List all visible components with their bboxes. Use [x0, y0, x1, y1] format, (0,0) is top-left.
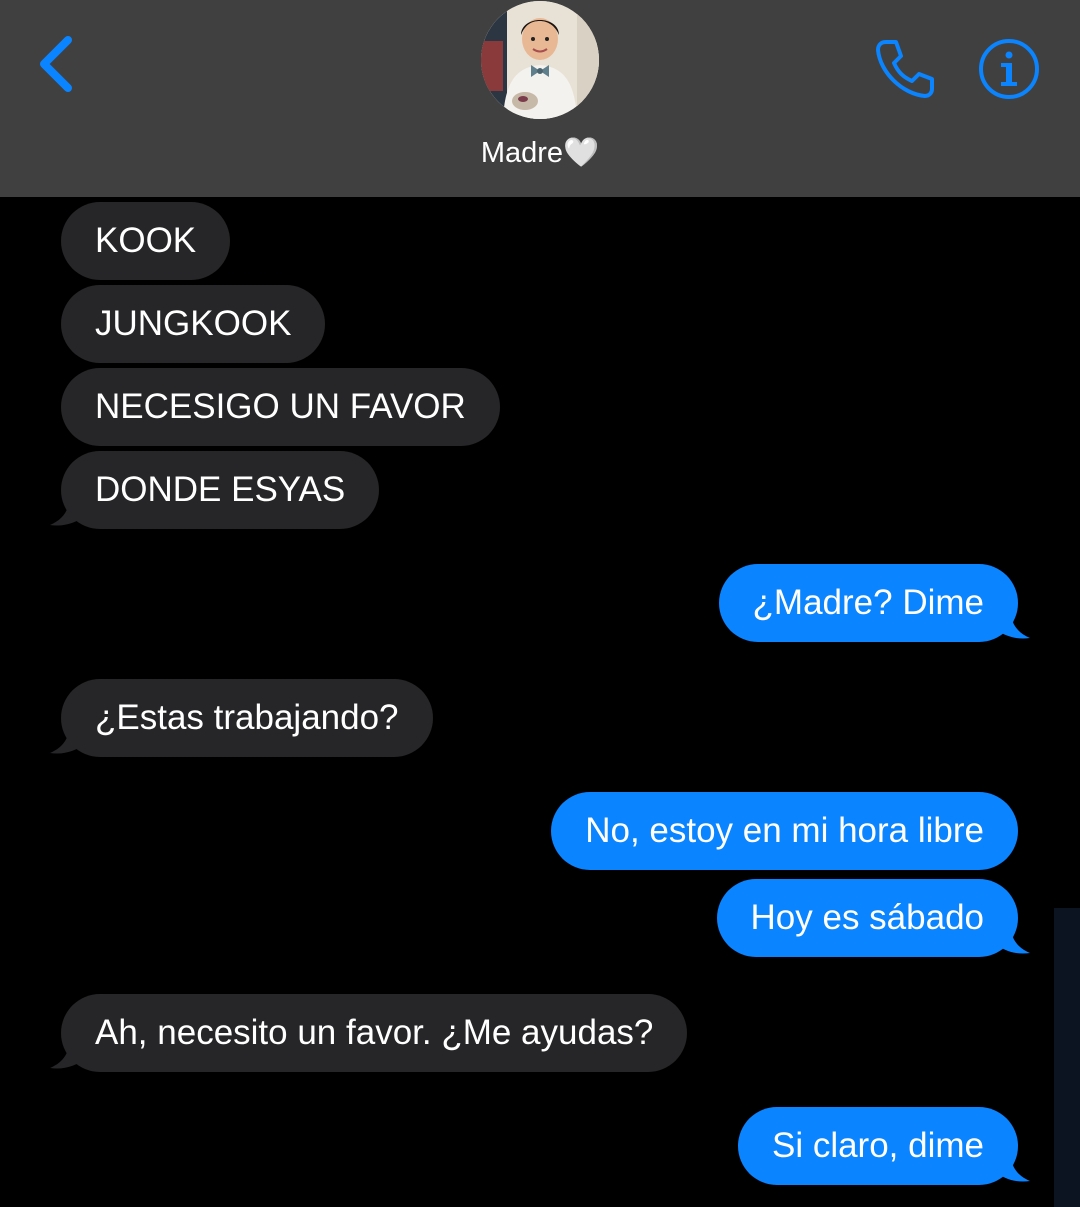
info-icon: [979, 39, 1039, 99]
incoming-message[interactable]: ¿Estas trabajando?: [61, 679, 433, 757]
avatar-photo: [481, 1, 599, 119]
incoming-message[interactable]: NECESIGO UN FAVOR: [61, 368, 500, 446]
incoming-bubble-tail: [50, 721, 86, 754]
incoming-message[interactable]: JUNGKOOK: [61, 285, 326, 363]
chevron-left-icon: [40, 36, 72, 92]
outgoing-message[interactable]: Si claro, dime: [737, 1107, 1018, 1185]
incoming-bubble-tail: [50, 493, 86, 526]
outgoing-message[interactable]: ¿Madre? Dime: [718, 564, 1018, 642]
info-button[interactable]: [976, 36, 1042, 102]
phone-icon: [876, 40, 934, 98]
call-button[interactable]: [872, 36, 938, 102]
contact-name[interactable]: Madre🤍: [0, 133, 1080, 173]
incoming-message[interactable]: KOOK: [61, 202, 231, 280]
contact-avatar[interactable]: [481, 1, 599, 119]
outgoing-bubble-tail: [994, 1149, 1030, 1182]
outgoing-message[interactable]: Hoy es sábado: [716, 879, 1018, 957]
scrollbar[interactable]: [1054, 908, 1080, 1207]
incoming-bubble-tail: [50, 1036, 86, 1069]
back-button[interactable]: [30, 30, 90, 100]
incoming-message[interactable]: DONDE ESYAS: [61, 451, 380, 529]
outgoing-bubble-tail: [994, 606, 1030, 639]
incoming-message[interactable]: Ah, necesito un favor. ¿Me ayudas?: [61, 994, 688, 1072]
conversation-header: Madre🤍: [0, 0, 1080, 197]
outgoing-bubble-tail: [994, 921, 1030, 954]
outgoing-message[interactable]: No, estoy en mi hora libre: [551, 792, 1018, 870]
